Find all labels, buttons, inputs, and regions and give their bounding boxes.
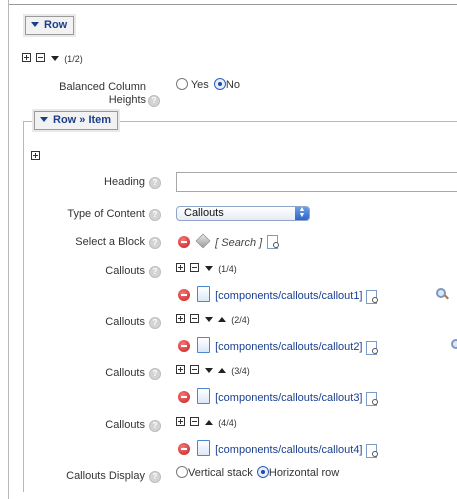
move-up-icon[interactable] [205,420,214,425]
help-icon[interactable]: ? [149,368,161,380]
remove-icon[interactable] [178,391,190,403]
callout-path[interactable]: [components/callouts/callout4] [215,444,362,456]
vertical-stack-label: Vertical stack [188,467,253,479]
type-of-content-label: Type of Content [67,208,145,220]
remove-icon[interactable] [178,443,190,455]
callout-counter: (4/4) [218,418,237,428]
select-arrows-icon: ▲ ▼ [295,206,309,220]
row-legend-label: Row [44,19,68,31]
callout-counter: (1/4) [218,264,237,274]
remove-icon[interactable] [178,289,190,301]
row-legend[interactable]: Row [25,16,75,35]
collapse-triangle-icon [40,117,48,122]
type-of-content-select[interactable]: Callouts ▲ ▼ [176,206,310,221]
callout-counter: (3/4) [231,366,250,376]
remove-small-icon[interactable] [190,263,200,272]
document-icon [197,440,211,456]
select-block-controls: [ Search ] [178,233,280,249]
callouts-label: Callouts [105,265,145,277]
balanced-no-radio[interactable] [213,78,226,90]
callouts-label: Callouts [105,316,145,328]
document-icon [197,286,211,302]
callout-row: [components/callouts/callout1] [178,286,378,304]
item-legend-label: Row » Item [53,114,112,126]
callout-path[interactable]: [components/callouts/callout2] [215,341,362,353]
balanced-options: Yes No [176,78,240,91]
help-icon[interactable]: ? [149,177,161,189]
vertical-stack-radio[interactable] [176,466,188,478]
block-cube-icon [195,233,211,249]
browse-document-icon[interactable] [365,444,378,458]
callout-row: [components/callouts/callout2] [178,337,378,355]
balanced-yes-radio[interactable] [176,78,188,90]
callouts-display-options: Vertical stack Horizontal row [176,466,339,479]
help-icon[interactable]: ? [148,95,160,107]
callout-row: [components/callouts/callout3] [178,388,378,406]
remove-small-icon[interactable] [190,365,200,374]
callout-controls: (1/4) [176,263,237,275]
heading-label: Heading [104,176,145,188]
move-down-icon[interactable] [205,317,214,322]
horizontal-row-label: Horizontal row [268,467,340,479]
move-down-icon[interactable] [205,266,214,271]
help-icon[interactable]: ? [149,471,161,483]
callouts-label: Callouts [105,367,145,379]
move-up-icon[interactable] [218,317,227,322]
add-icon[interactable] [176,417,185,426]
balanced-no-label: No [225,79,240,91]
collapse-triangle-icon [31,22,39,27]
document-icon [197,337,211,353]
help-icon[interactable]: ? [149,266,161,278]
add-icon[interactable] [176,365,185,374]
balanced-yes-label: Yes [190,79,209,91]
document-icon [197,388,211,404]
remove-row-icon[interactable] [36,53,46,62]
magnifier-icon[interactable] [451,339,457,351]
browse-document-icon[interactable] [365,341,378,355]
search-link[interactable]: [ Search ] [215,237,262,249]
browse-document-icon[interactable] [365,392,378,406]
type-of-content-value: Callouts [184,207,224,219]
select-block-label: Select a Block [75,236,145,248]
help-icon[interactable]: ? [149,317,161,329]
row-counter: (1/2) [64,54,83,64]
help-icon[interactable]: ? [149,420,161,432]
add-item-icon[interactable] [31,151,40,160]
callout-counter: (2/4) [231,315,250,325]
move-down-icon[interactable] [51,56,60,61]
callout-path[interactable]: [components/callouts/callout3] [215,392,362,404]
balanced-label: Balanced Column Heights [59,81,146,106]
callout-path[interactable]: [components/callouts/callout1] [215,290,362,302]
remove-small-icon[interactable] [190,314,200,323]
callout-controls: (4/4) [176,417,237,429]
callout-row: [components/callouts/callout4] [178,440,378,458]
horizontal-row-radio[interactable] [256,466,269,478]
help-icon[interactable]: ? [149,209,161,221]
move-up-icon[interactable] [218,368,227,373]
browse-document-icon[interactable] [365,290,378,304]
callouts-label: Callouts [105,419,145,431]
add-row-icon[interactable] [22,53,31,62]
item-legend[interactable]: Row » Item [34,111,119,130]
add-icon[interactable] [176,263,185,272]
heading-input[interactable] [176,172,457,192]
row-controls: (1/2) [22,53,83,65]
callout-controls: (3/4) [176,365,250,377]
add-icon[interactable] [176,314,185,323]
remove-small-icon[interactable] [190,417,200,426]
remove-icon[interactable] [178,236,190,248]
callout-controls: (2/4) [176,314,250,326]
magnifier-icon[interactable] [436,288,450,300]
help-icon[interactable]: ? [149,237,161,249]
callouts-display-label: Callouts Display [66,470,145,482]
browse-document-icon[interactable] [267,235,280,249]
move-down-icon[interactable] [205,368,214,373]
remove-icon[interactable] [178,340,190,352]
